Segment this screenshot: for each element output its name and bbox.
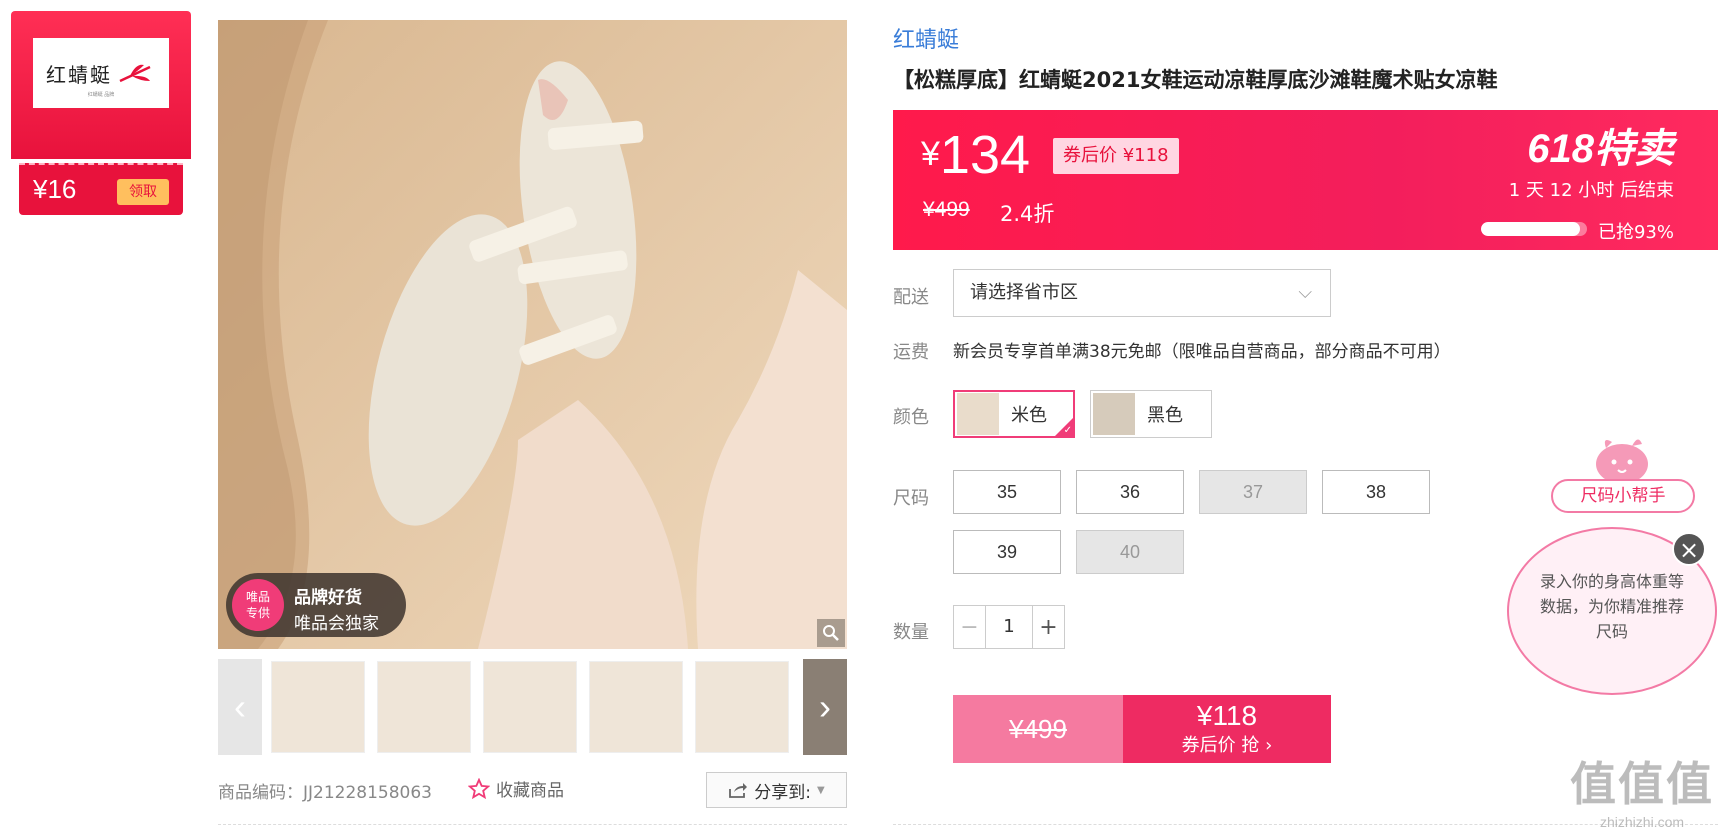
color-option-label: 米色 xyxy=(1011,405,1047,426)
color-option-beige[interactable]: 米色 ✓ xyxy=(953,390,1075,438)
buy-action-label: 券后价 抢 › xyxy=(1181,735,1273,756)
product-photo xyxy=(218,20,847,649)
quantity-increase-button[interactable]: + xyxy=(1032,606,1064,648)
size-option-39[interactable]: 39 xyxy=(953,530,1061,574)
mascot-icon xyxy=(1596,439,1648,484)
share-button[interactable]: 分享到: ▼ xyxy=(706,772,847,808)
sale-event-title: 618特卖 xyxy=(1527,127,1674,171)
coupon-price-badge: 券后价 ¥118 xyxy=(1053,138,1179,174)
currency-symbol: ¥ xyxy=(921,135,940,173)
quantity-decrease-button[interactable]: − xyxy=(954,606,986,648)
shipping-info: 新会员专享首单满38元免邮（限唯品自营商品，部分商品不可用） xyxy=(953,342,1451,362)
vip-exclusive-icon: 唯品 专供 xyxy=(232,579,284,631)
color-label: 颜色 xyxy=(893,407,929,428)
badge-subtitle: 唯品会独家 xyxy=(294,614,379,634)
store-coupon: 红蜻蜓 红蜻蜓 品牌 ¥16 领取 xyxy=(11,11,191,216)
current-price: ¥134 xyxy=(921,124,1030,186)
brand-logo-text: 红蜻蜓 xyxy=(46,62,112,87)
buy-now-button[interactable]: ¥118 券后价 抢 › xyxy=(1123,695,1331,763)
shipping-label: 运费 xyxy=(893,342,929,363)
buy-coupon-price: ¥118 xyxy=(1196,700,1258,731)
color-swatch xyxy=(957,393,999,435)
share-icon xyxy=(729,783,748,798)
color-option-black[interactable]: 黑色 xyxy=(1090,390,1212,438)
countdown-timer: 1 天 12 小时 后结束 xyxy=(1508,180,1674,201)
product-code: 商品编码：JJ21228158063 xyxy=(218,783,433,803)
size-option-36[interactable]: 36 xyxy=(1076,470,1184,514)
thumbnail[interactable] xyxy=(483,661,577,753)
favorite-label: 收藏商品 xyxy=(496,781,564,801)
size-option-38[interactable]: 38 xyxy=(1322,470,1430,514)
thumbnail-strip: ‹ › xyxy=(218,659,847,755)
product-title: 【松糕厚底】红蜻蜓2021女鞋运动凉鞋厚底沙滩鞋魔术贴女凉鞋 xyxy=(893,68,1498,92)
thumbnail[interactable] xyxy=(589,661,683,753)
zoom-icon[interactable] xyxy=(817,619,845,647)
color-option-label: 黑色 xyxy=(1147,405,1183,426)
badge-title: 品牌好货 xyxy=(294,588,362,608)
watermark: 值值值 zhizhizhi.com xyxy=(1570,748,1714,830)
close-icon[interactable]: × xyxy=(1672,532,1706,566)
brand-badge: 唯品 专供 品牌好货 唯品会独家 xyxy=(226,573,406,637)
quantity-label: 数量 xyxy=(893,622,929,643)
region-select[interactable]: 请选择省市区 ⌵ xyxy=(953,269,1331,317)
discount-rate: 2.4折 xyxy=(1000,202,1055,226)
dragonfly-icon xyxy=(119,64,151,83)
check-icon: ✓ xyxy=(1063,425,1072,436)
thumbnail[interactable] xyxy=(695,661,789,753)
star-icon xyxy=(468,777,490,799)
watermark-url: zhizhizhi.com xyxy=(1599,814,1685,830)
brand-logo: 红蜻蜓 红蜻蜓 品牌 xyxy=(33,38,169,108)
favorite-button[interactable]: 收藏商品 xyxy=(468,776,564,801)
size-label: 尺码 xyxy=(893,488,929,509)
share-label: 分享到: xyxy=(754,782,812,803)
thumbnail[interactable] xyxy=(271,661,365,753)
main-product-image[interactable]: 唯品 专供 品牌好货 唯品会独家 xyxy=(218,20,847,649)
share-dropdown-icon: ▼ xyxy=(817,784,825,796)
watermark-logo: 值值值 xyxy=(1570,757,1714,811)
buy-original-price: ¥499 xyxy=(953,695,1123,763)
color-swatch xyxy=(1093,393,1135,435)
sold-progress-label: 已抢93% xyxy=(1597,222,1674,243)
thumbnail[interactable] xyxy=(377,661,471,753)
quantity-value[interactable]: 1 xyxy=(986,606,1032,648)
price-banner: ¥134 券后价 ¥118 ¥499 2.4折 618特卖 1 天 12 小时 … xyxy=(893,110,1718,250)
thumbnail-next-button[interactable]: › xyxy=(803,659,847,755)
divider xyxy=(218,824,847,825)
sold-progress-fill xyxy=(1481,222,1580,236)
coupon-header: 红蜻蜓 红蜻蜓 品牌 xyxy=(11,11,191,159)
region-select-value: 请选择省市区 xyxy=(970,282,1078,303)
claim-coupon-button[interactable]: 领取 xyxy=(117,179,169,205)
thumbnail-prev-button[interactable]: ‹ xyxy=(218,659,262,755)
coupon-claim-area: ¥16 领取 xyxy=(19,163,183,215)
size-helper-button[interactable]: 尺码小帮手 xyxy=(1551,479,1695,513)
original-price: ¥499 xyxy=(923,198,970,221)
current-price-value: 134 xyxy=(939,125,1031,185)
delivery-label: 配送 xyxy=(893,287,929,308)
size-option-37: 37 xyxy=(1199,470,1307,514)
size-option-35[interactable]: 35 xyxy=(953,470,1061,514)
brand-link[interactable]: 红蜻蜓 xyxy=(893,22,959,54)
chevron-down-icon: ⌵ xyxy=(1298,282,1312,303)
quantity-stepper: − 1 + xyxy=(953,605,1065,649)
sold-progress-bar xyxy=(1481,222,1587,236)
brand-logo-sub: 红蜻蜓 品牌 xyxy=(87,92,115,98)
size-option-40: 40 xyxy=(1076,530,1184,574)
coupon-amount: ¥16 xyxy=(33,174,77,204)
